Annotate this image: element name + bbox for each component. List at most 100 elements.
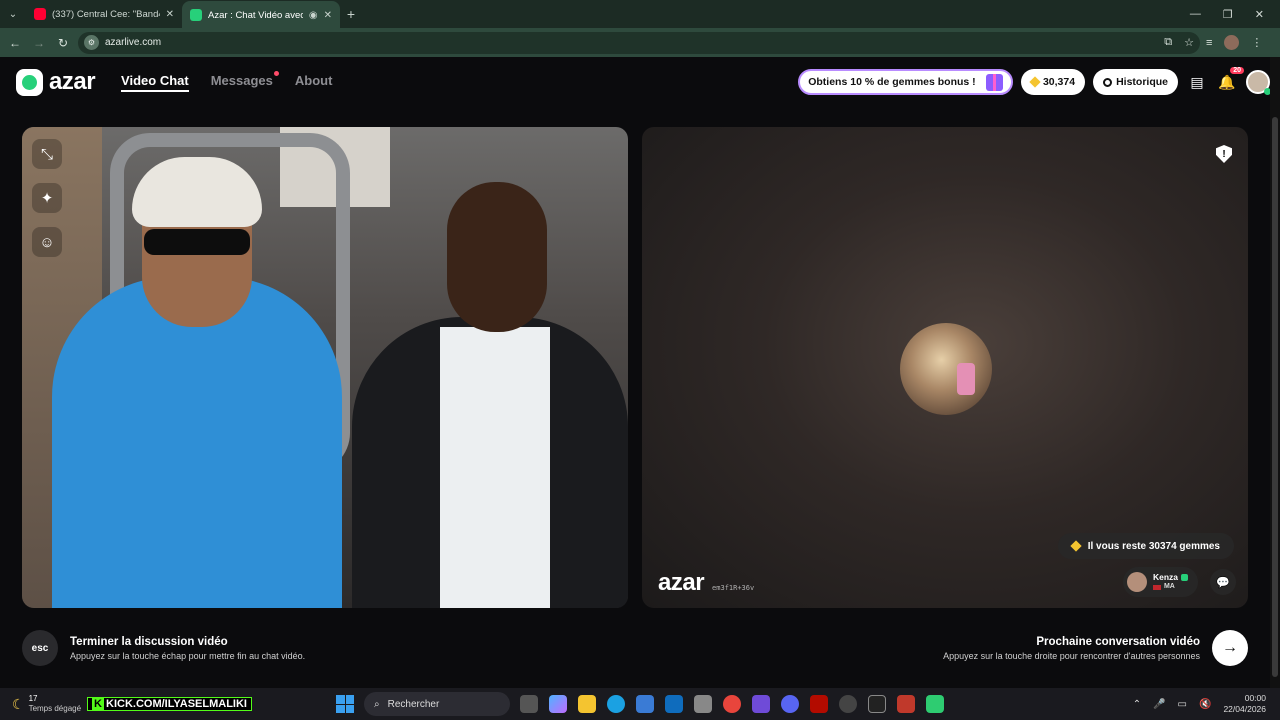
taskbar-search[interactable]: ⌕ Rechercher (364, 692, 510, 716)
game-controller-icon[interactable] (752, 695, 770, 713)
address-bar[interactable]: ⚙ azarlive.com ⧉ ☆ (78, 31, 1200, 54)
stream-overlay-banner: K KICK.COM/ILYASELMALIKI (87, 697, 252, 711)
windows-taskbar: ☾ 17 Temps dégagé K KICK.COM/ILYASELMALIK… (0, 688, 1280, 720)
browser-menu-icon[interactable]: ⋮ (1251, 36, 1262, 49)
reading-list-icon[interactable]: ≡ (1206, 37, 1212, 49)
history-button[interactable]: Historique (1093, 69, 1178, 95)
copilot-icon[interactable] (549, 695, 567, 713)
adobe-icon[interactable] (810, 695, 828, 713)
install-app-icon[interactable]: ⧉ (1164, 36, 1172, 49)
unread-dot (273, 70, 279, 76)
partner-profile-photo (900, 323, 992, 415)
file-explorer-icon[interactable] (578, 695, 596, 713)
next-arrow-button[interactable]: → (1212, 630, 1248, 666)
magic-wand-icon[interactable]: ✦ (32, 183, 62, 213)
watermark-logo: azar (658, 569, 705, 596)
app-header: azar Video Chat Messages About Obtiens 1… (0, 57, 1271, 107)
sunglasses (144, 229, 250, 255)
volume-muted-icon[interactable]: 🔇 (1199, 699, 1211, 710)
next-chat-subtitle: Appuyez sur la touche droite pour rencon… (943, 650, 1200, 661)
partner-avatar (1126, 572, 1147, 592)
capture-icon[interactable] (694, 695, 712, 713)
bookmark-star-icon[interactable]: ☆ (1184, 36, 1194, 49)
video-tools: ⤡ ✦ ☺ (32, 139, 62, 257)
minimize-video-icon[interactable]: ⤡ (32, 139, 62, 169)
scroll-thumb[interactable] (1272, 117, 1278, 677)
bell-icon[interactable]: 🔔 20 (1216, 67, 1244, 93)
task-view-icon[interactable] (520, 695, 538, 713)
close-icon[interactable]: ✕ (166, 9, 174, 20)
tab-title: Azar : Chat Vidéo avec de n (208, 9, 303, 21)
edge-icon[interactable] (607, 695, 625, 713)
gems-balance-button[interactable]: 30,374 (1020, 69, 1086, 95)
tab-title: (337) Central Cee: "Band4Band (52, 8, 160, 20)
bonus-gems-promo-button[interactable]: Obtiens 10 % de gemmes bonus ! (797, 69, 1013, 95)
page-scrollbar[interactable] (1270, 57, 1280, 688)
gem-icon (1070, 540, 1082, 552)
url-text: azarlive.com (105, 37, 162, 48)
site-info-icon[interactable]: ⚙ (84, 35, 99, 50)
verified-icon (1181, 573, 1188, 581)
minimize-icon[interactable]: — (1190, 8, 1201, 21)
nav-messages-label: Messages (210, 72, 273, 88)
end-chat-subtitle: Appuyez sur la touche échap pour mettre … (70, 650, 306, 661)
kick-logo-icon: K (92, 698, 104, 710)
person-head (447, 182, 547, 332)
chat-bubble-icon[interactable]: 💬 (1210, 569, 1236, 595)
tab-youtube[interactable]: (337) Central Cee: "Band4Band ✕ (26, 0, 182, 28)
pinned-apps (520, 695, 944, 713)
weather-widget[interactable]: ☾ 17 Temps dégagé K KICK.COM/ILYASELMALIK… (0, 694, 330, 714)
app-icon[interactable] (897, 695, 915, 713)
search-icon: ⌕ (374, 698, 380, 710)
store-app-icon[interactable] (636, 695, 654, 713)
user-avatar[interactable] (1246, 70, 1271, 95)
sticker-face-icon[interactable]: ☺ (32, 227, 62, 257)
back-icon[interactable]: ← (6, 36, 24, 50)
window-controls: — ❐ ✕ (1190, 8, 1280, 21)
gift-icon (985, 73, 1003, 91)
overlay-text: KICK.COM/ILYASELMALIKI (106, 698, 247, 710)
close-icon[interactable]: ✕ (324, 10, 332, 21)
profile-avatar[interactable] (1224, 35, 1240, 50)
partner-info-card[interactable]: Kenza MA (1122, 567, 1198, 597)
azar-logo[interactable]: azar (16, 68, 96, 96)
partner-video-panel: ! Il vous reste 30374 gemmes azar em3f1R… (642, 127, 1248, 608)
nav-messages[interactable]: Messages (210, 70, 279, 92)
restore-icon[interactable]: ❐ (1223, 8, 1233, 21)
media-app-icon[interactable] (926, 695, 944, 713)
forward-icon[interactable]: → (30, 36, 48, 50)
tab-search-icon[interactable]: ⌄ (0, 0, 26, 28)
microphone-icon[interactable]: 🎤 (1153, 699, 1165, 710)
end-chat-hint: esc Terminer la discussion vidéo Appuyez… (22, 630, 305, 666)
azar-favicon-icon (190, 9, 202, 21)
time: 00:00 (1244, 693, 1266, 703)
history-label: Historique (1116, 76, 1168, 88)
esc-button[interactable]: esc (22, 630, 58, 666)
reload-icon[interactable]: ↻ (54, 36, 72, 50)
phone-in-photo (957, 363, 975, 395)
store-icon[interactable]: ▤ (1186, 71, 1208, 93)
end-chat-title: Terminer la discussion vidéo (70, 635, 228, 648)
discord-icon[interactable] (781, 695, 799, 713)
tab-azar[interactable]: Azar : Chat Vidéo avec de n ◉ ✕ (182, 1, 340, 29)
outlook-icon[interactable] (665, 695, 683, 713)
morocco-flag-icon (1152, 584, 1161, 590)
close-window-icon[interactable]: ✕ (1255, 8, 1264, 21)
chevron-up-icon[interactable]: ⌃ (1133, 699, 1141, 710)
new-tab-button[interactable]: + (340, 6, 362, 22)
gem-icon (1029, 76, 1041, 88)
chrome-icon[interactable] (723, 695, 741, 713)
steam-icon[interactable] (839, 695, 857, 713)
windows-start-icon[interactable] (336, 695, 354, 713)
header-actions: Obtiens 10 % de gemmes bonus ! 30,374 Hi… (797, 67, 1271, 95)
clock[interactable]: 00:00 22/04/2026 (1223, 693, 1266, 715)
nav-video-chat[interactable]: Video Chat (121, 73, 189, 92)
app-icon[interactable] (868, 695, 886, 713)
self-video-panel: ⤡ ✦ ☺ (22, 127, 628, 608)
system-tray: ⌃ 🎤 ▭ 🔇 00:00 22/04/2026 (1133, 693, 1280, 715)
display-icon[interactable]: ▭ (1178, 699, 1187, 710)
report-shield-icon[interactable]: ! (1216, 145, 1232, 163)
nav-about[interactable]: About (295, 73, 333, 92)
partner-name: Kenza (1152, 572, 1178, 582)
clock-icon (1103, 77, 1113, 87)
